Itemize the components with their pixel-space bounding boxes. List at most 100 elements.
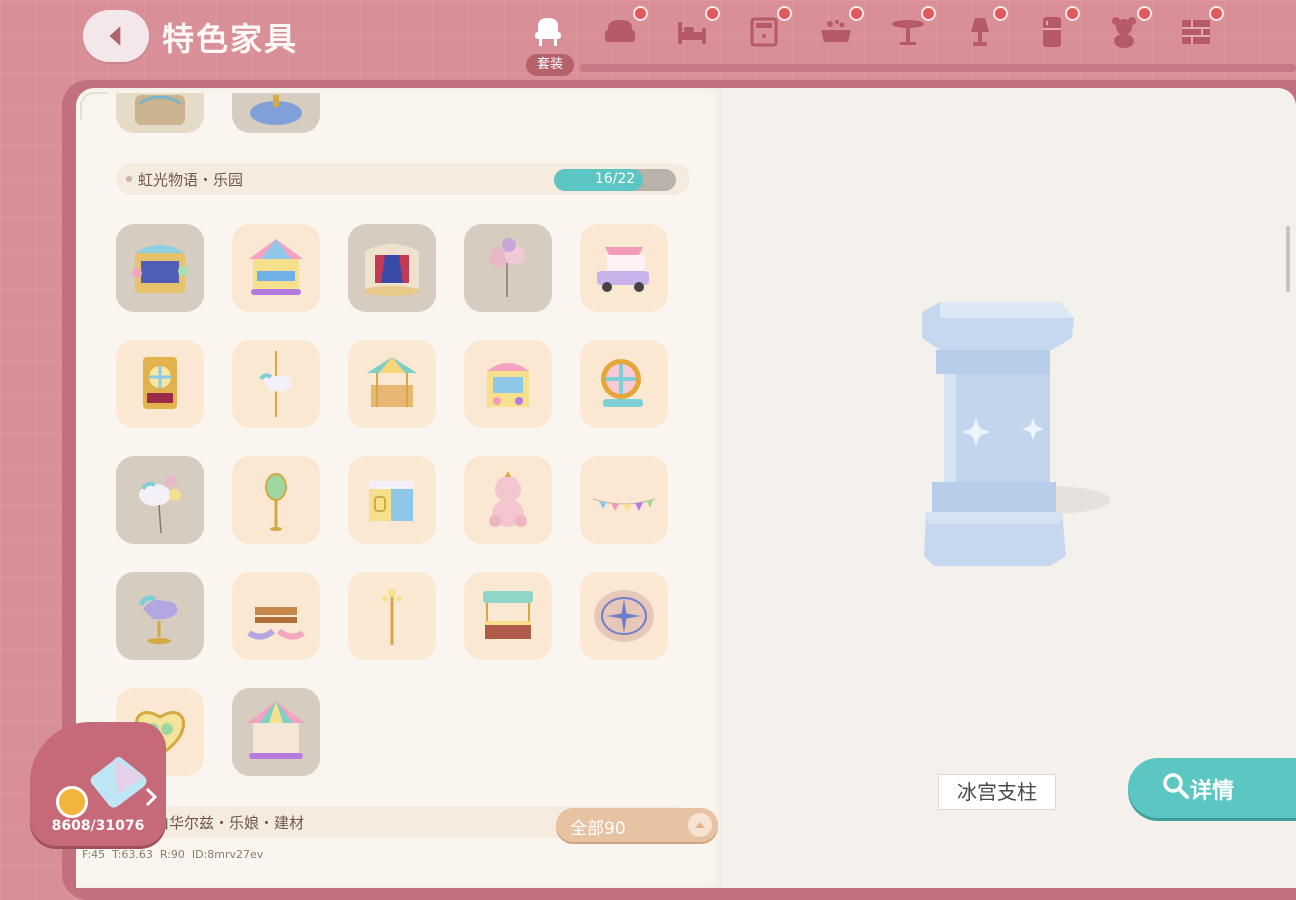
fridge-icon bbox=[1043, 17, 1061, 47]
item-cell-unicorn-plush[interactable] bbox=[464, 456, 552, 544]
item-cell-rocking-bench[interactable] bbox=[232, 572, 320, 660]
signpost-icon bbox=[265, 473, 287, 531]
item-cell-claw-cabinet[interactable] bbox=[116, 340, 204, 428]
tab-toys[interactable] bbox=[1092, 6, 1156, 72]
section-header[interactable]: 虹光物语・乐园 16/22 bbox=[116, 163, 690, 195]
teddy-bear-icon bbox=[1112, 17, 1136, 48]
tab-bathroom-badge bbox=[849, 6, 864, 21]
item-cell-game-booth[interactable] bbox=[116, 224, 204, 312]
unicorn-balloon-icon bbox=[139, 475, 181, 534]
unicorn-plush-icon bbox=[489, 471, 527, 527]
bunting-icon bbox=[592, 498, 656, 512]
item-cell-carousel-pony[interactable] bbox=[232, 340, 320, 428]
stage-icon bbox=[364, 244, 420, 296]
page-corner bbox=[80, 92, 108, 120]
tab-toys-badge bbox=[1137, 6, 1152, 21]
tab-armchair[interactable] bbox=[588, 6, 652, 72]
section-title: 虹光物语・乐园 bbox=[138, 171, 244, 189]
filter-dropdown[interactable]: 全部90 bbox=[556, 808, 718, 842]
tab-bed-badge bbox=[705, 6, 720, 21]
item-cell-prev-2[interactable] bbox=[232, 93, 320, 133]
tab-bathroom[interactable] bbox=[804, 6, 868, 72]
bathtub-icon bbox=[821, 20, 851, 42]
chevron-left-icon bbox=[109, 26, 121, 46]
carousel-icon bbox=[249, 239, 303, 295]
page-title: 特色家具 bbox=[162, 20, 299, 58]
item-cell-street-lamp[interactable] bbox=[348, 572, 436, 660]
details-label: 详情 bbox=[1190, 779, 1235, 804]
item-cell-ticket-box[interactable] bbox=[348, 456, 436, 544]
tab-building[interactable] bbox=[1164, 6, 1228, 72]
ice-pillar-model bbox=[922, 302, 1110, 566]
tab-bar-underline bbox=[580, 64, 1296, 72]
paw-badge-icon bbox=[56, 786, 88, 818]
wheel-icon bbox=[601, 359, 643, 407]
tab-armchair-badge bbox=[633, 6, 648, 21]
back-button[interactable] bbox=[83, 10, 149, 62]
tab-suit-label: 套装 bbox=[526, 54, 574, 76]
table-icon bbox=[892, 20, 924, 45]
tab-suit[interactable]: 套装 bbox=[516, 8, 580, 76]
spring-rider-icon bbox=[138, 595, 178, 644]
section-bullet bbox=[126, 176, 132, 182]
tab-table[interactable] bbox=[876, 6, 940, 72]
item-cell-big-carousel[interactable] bbox=[232, 688, 320, 776]
big-carousel-icon bbox=[247, 701, 305, 759]
search-icon bbox=[1163, 773, 1189, 799]
arcade-icon bbox=[487, 363, 529, 407]
collection-progress: 16/22 bbox=[554, 169, 676, 191]
preview-scrollbar[interactable] bbox=[1286, 226, 1290, 292]
item-cell-unicorn-balloons[interactable] bbox=[116, 456, 204, 544]
item-cell-signpost[interactable] bbox=[232, 456, 320, 544]
balloon-icon bbox=[489, 238, 525, 297]
clock-cabinet-icon bbox=[143, 357, 177, 409]
item-cell-carousel[interactable] bbox=[232, 224, 320, 312]
chevron-right-icon bbox=[145, 787, 158, 807]
filter-label: 全部90 bbox=[570, 819, 626, 839]
item-cell-compass-rug[interactable] bbox=[580, 572, 668, 660]
section-title-next: 由华尔兹・乐娘・建材 bbox=[154, 814, 305, 832]
item-cell-stage[interactable] bbox=[348, 224, 436, 312]
candy-truck-icon bbox=[597, 247, 649, 292]
progress-text: 16/22 bbox=[594, 171, 636, 187]
item-cell-spring-rider[interactable] bbox=[116, 572, 204, 660]
item-cell-prev-1[interactable] bbox=[116, 93, 204, 133]
carousel-icon bbox=[135, 95, 185, 125]
brick-wall-icon bbox=[1182, 20, 1210, 44]
item-cell-balloon-bunch[interactable] bbox=[464, 224, 552, 312]
armchair-icon bbox=[605, 20, 635, 42]
pony-pole-icon bbox=[259, 351, 292, 417]
ticket-box-icon bbox=[369, 481, 413, 521]
rocking-bench-icon bbox=[247, 607, 305, 640]
suit-chair-icon bbox=[535, 18, 561, 46]
item-cell-snack-stall[interactable] bbox=[464, 572, 552, 660]
mini-carousel-icon bbox=[367, 357, 417, 407]
tab-cabinet-badge bbox=[777, 6, 792, 21]
snack-stall-icon bbox=[483, 591, 533, 639]
debug-overlay: F:45 T:63.63 R:90 ID:8mrv27ev bbox=[82, 848, 264, 861]
tab-lamp-badge bbox=[993, 6, 1008, 21]
chevron-up-icon bbox=[688, 813, 712, 837]
item-cell-candy-truck[interactable] bbox=[580, 224, 668, 312]
cabinet-icon bbox=[750, 17, 778, 47]
item-name-label: 冰宫支柱 bbox=[938, 774, 1056, 810]
puzzle-currency-button[interactable]: 8608/31076 bbox=[30, 722, 166, 846]
bed-icon bbox=[678, 22, 706, 44]
item-cell-bunting[interactable] bbox=[580, 456, 668, 544]
item-cell-mini-carousel[interactable] bbox=[348, 340, 436, 428]
street-lamp-icon bbox=[382, 589, 402, 645]
tab-appliance-badge bbox=[1065, 6, 1080, 21]
tab-lamp[interactable] bbox=[948, 6, 1012, 72]
tab-bed[interactable] bbox=[660, 6, 724, 72]
compass-rug-icon bbox=[594, 590, 654, 642]
tab-cabinet[interactable] bbox=[732, 6, 796, 72]
item-cell-wheel[interactable] bbox=[580, 340, 668, 428]
lamp-icon bbox=[971, 18, 989, 46]
game-booth-icon bbox=[132, 245, 188, 293]
tab-appliance[interactable] bbox=[1020, 6, 1084, 72]
details-button[interactable]: 详情 bbox=[1128, 758, 1296, 818]
carousel-icon bbox=[250, 95, 302, 125]
item-cell-arcade[interactable] bbox=[464, 340, 552, 428]
currency-amount: 8608/31076 bbox=[51, 818, 145, 834]
tab-building-badge bbox=[1209, 6, 1224, 21]
